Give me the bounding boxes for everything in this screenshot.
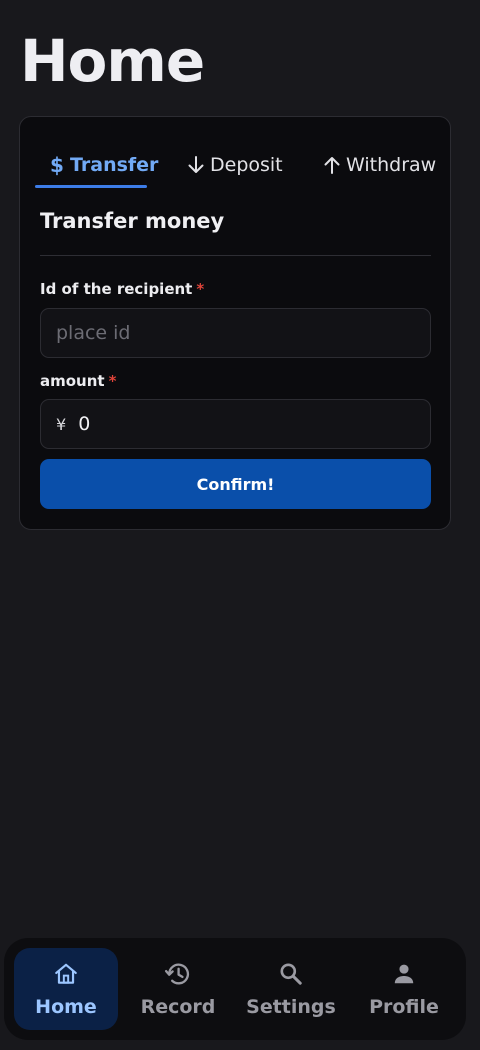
home-icon [52,960,80,988]
nav-item-settings[interactable]: Settings [239,948,343,1030]
amount-label-text: amount [40,372,105,390]
nav-label-settings: Settings [246,996,336,1018]
arrow-down-icon [186,154,206,176]
recipient-id-input[interactable] [40,308,431,358]
recipient-label: Id of the recipient * [40,280,204,298]
nav-label-profile: Profile [369,996,439,1018]
tab-deposit[interactable]: Deposit [186,151,283,179]
svg-text:$: $ [50,154,63,176]
amount-input[interactable]: ¥ 0 [40,399,431,449]
tab-bar: $ Transfer Deposit Withdraw [20,117,450,189]
page-title: Home [20,27,205,95]
nav-item-record[interactable]: Record [126,948,230,1030]
bottom-nav: Home Record Settings Profile [4,938,466,1040]
arrow-up-icon [322,154,342,176]
nav-item-home[interactable]: Home [14,948,118,1030]
divider [40,255,431,256]
recipient-label-text: Id of the recipient [40,280,193,298]
amount-label: amount * [40,372,116,390]
tab-deposit-label: Deposit [210,154,283,176]
nav-label-record: Record [140,996,216,1018]
amount-value: 0 [78,413,91,435]
tab-withdraw-label: Withdraw [346,154,437,176]
search-icon [277,960,305,988]
nav-item-profile[interactable]: Profile [352,948,456,1030]
history-icon [164,960,192,988]
form-title: Transfer money [40,209,225,233]
currency-symbol: ¥ [56,414,67,434]
tab-transfer-label: Transfer [70,154,159,176]
tab-transfer[interactable]: $ Transfer [46,151,158,179]
tab-withdraw[interactable]: Withdraw [322,151,436,179]
person-icon [390,960,418,988]
dollar-icon: $ [46,154,66,176]
page: Home $ Transfer Deposit Withdraw Transfe… [0,0,480,1050]
required-mark: * [196,280,205,298]
active-tab-indicator [35,185,147,188]
required-mark: * [108,372,117,390]
confirm-button[interactable]: Confirm! [40,459,431,509]
nav-label-home: Home [35,996,97,1018]
transfer-card: $ Transfer Deposit Withdraw Transfer mon… [19,116,451,530]
